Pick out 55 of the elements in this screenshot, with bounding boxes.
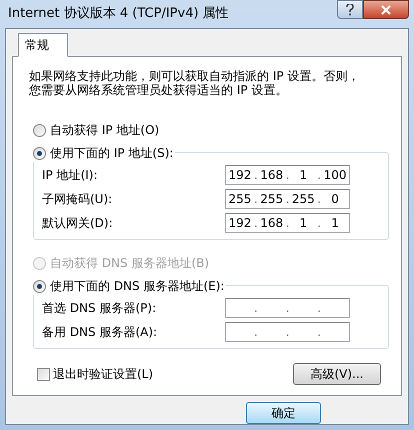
octet-text: 192 [227, 215, 252, 232]
radio-button[interactable] [33, 280, 46, 292]
field-label: 首选 DNS 服务器(P): [42, 300, 156, 317]
help-icon [346, 4, 354, 16]
close-button[interactable] [363, 0, 409, 19]
checkbox-label: 退出时验证设置(L) [53, 366, 154, 383]
radio-label: 使用下面的 DNS 服务器地址(E): [50, 278, 224, 295]
separator-dot: . [286, 191, 290, 208]
ip-address-field[interactable]: 255 . 255 . 255 . 0 [225, 189, 350, 209]
separator-dot: . [254, 167, 258, 184]
radio-button[interactable] [33, 124, 46, 136]
field-label: 备用 DNS 服务器(A): [42, 324, 158, 341]
separator-dot: . [254, 215, 258, 232]
ip-address-field[interactable]: 192 . 168 . 1 . 1 [225, 213, 350, 233]
separator-dot: . [317, 167, 322, 184]
octet-text: 255 [290, 191, 316, 208]
octet-text: 1 [330, 215, 340, 232]
separator-dot: . [286, 324, 290, 341]
ip-address-field[interactable]: . . . [225, 298, 350, 318]
octet-text: 1 [298, 167, 308, 184]
separator-dot: . [286, 167, 290, 184]
octet-text: 100 [322, 167, 348, 184]
octet-text: 1 [298, 215, 308, 232]
octet-text: 168 [259, 167, 284, 184]
separator-dot: . [317, 300, 322, 317]
octet-text: 255 [259, 191, 284, 208]
radio-button[interactable] [33, 146, 46, 160]
radio-label: 使用下面的 IP 地址(S): [50, 145, 174, 162]
separator-dot: . [317, 324, 322, 341]
octet-text: 168 [259, 215, 284, 232]
description-text: 如果网络支持此功能，则可以获取自动指派的 IP 设置。否则，您需要从网络系统管理员处获得适当的 IP 设置。 [29, 69, 360, 97]
field-label: IP 地址(I): [42, 167, 98, 184]
separator-dot: . [286, 300, 290, 317]
radio-label: 自动获得 DNS 服务器地址(B) [50, 255, 210, 272]
separator-dot: . [254, 324, 258, 341]
separator-dot: . [317, 191, 322, 208]
window-title: Internet 协议版本 4 (TCP/IPv4) 属性 [8, 5, 229, 24]
separator-dot: . [317, 215, 322, 232]
octet-text: 192 [227, 167, 252, 184]
help-button[interactable] [337, 0, 363, 19]
separator-dot: . [254, 300, 258, 317]
field-label: 子网掩码(U): [42, 191, 112, 208]
separator-dot: . [286, 215, 290, 232]
separator-dot: . [254, 191, 258, 208]
tab[interactable]: 常规 [18, 33, 68, 57]
close-icon [380, 4, 392, 14]
ip-address-field[interactable]: 192 . 168 . 1 . 100 [225, 165, 350, 185]
field-label: 默认网关(D): [42, 215, 113, 232]
ip-address-field[interactable]: . . . [225, 322, 350, 342]
radio-label: 自动获得 IP 地址(O) [50, 122, 160, 139]
octet-text: 255 [227, 191, 252, 208]
octet-text: 0 [330, 191, 340, 208]
ok-button[interactable]: 确定 [246, 402, 321, 424]
checkbox[interactable] [37, 368, 50, 380]
advanced-button[interactable]: 高级(V)... [293, 363, 381, 385]
